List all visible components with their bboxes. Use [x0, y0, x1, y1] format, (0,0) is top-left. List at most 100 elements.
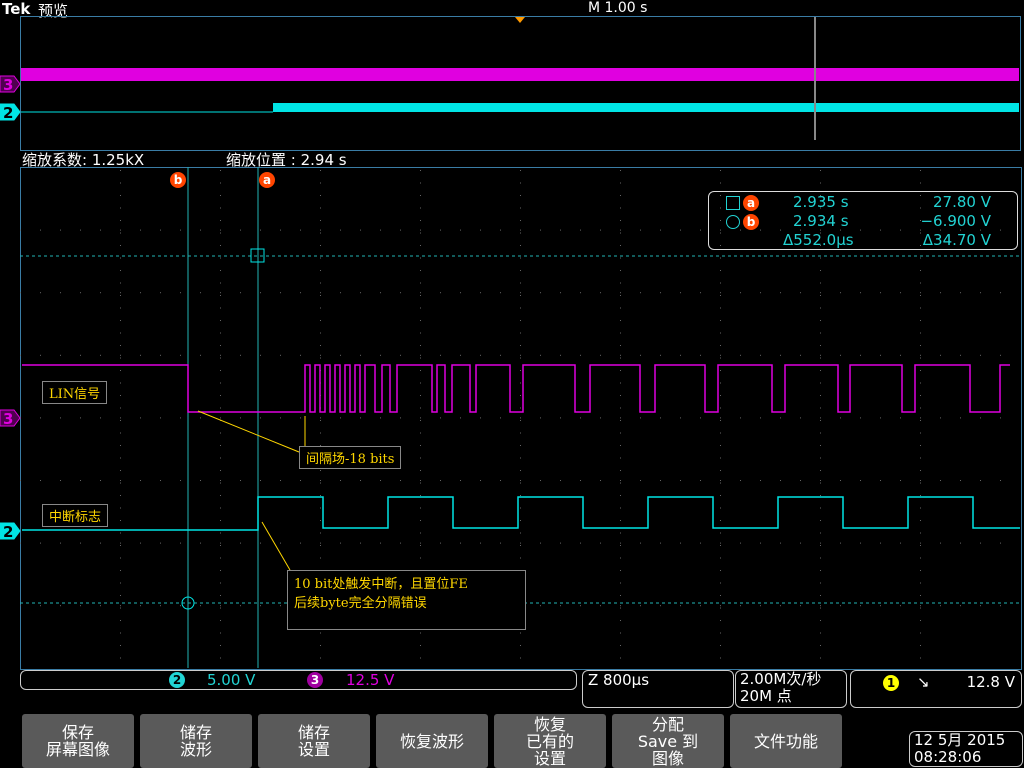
grid-dot — [980, 542, 981, 544]
grid-dot — [320, 257, 321, 259]
assign-save-button[interactable]: 分配 Save 到 图像 — [612, 714, 724, 768]
grid-dot — [520, 295, 521, 296]
grid-dot — [480, 229, 481, 231]
grid-dot — [720, 457, 721, 459]
grid-dot — [920, 420, 921, 421]
grid-dot — [560, 354, 561, 356]
save-setup-button[interactable]: 储存 设置 — [258, 714, 370, 768]
grid-dot — [620, 545, 621, 546]
grid-dot — [380, 229, 381, 231]
grid-dot — [120, 232, 121, 234]
grid-dot — [920, 495, 921, 496]
grid-dot — [240, 605, 241, 607]
grid-dot — [460, 229, 461, 231]
cursor-b-marker[interactable]: b — [170, 172, 186, 188]
grid-dot — [320, 195, 321, 196]
grid-dot — [720, 542, 721, 544]
grid-dot — [420, 292, 421, 294]
trigger-settings[interactable]: 1 ↘ 12.8 V — [850, 670, 1022, 708]
grid-dot — [480, 292, 481, 294]
grid-dot — [140, 229, 141, 231]
cursor-readout: a 2.935 s 27.80 V b 2.934 s −6.900 V Δ55… — [708, 191, 1018, 250]
grid-dot — [720, 570, 721, 571]
grid-dot — [320, 245, 321, 246]
grid-dot — [720, 607, 721, 609]
cursor-a-marker[interactable]: a — [259, 172, 275, 188]
grid-dot — [820, 320, 821, 321]
grid-dot — [920, 357, 921, 359]
grid-dot — [720, 480, 721, 481]
grid-dot — [920, 395, 921, 396]
grid-dot — [460, 417, 461, 419]
grid-dot — [320, 417, 321, 419]
grid-dot — [120, 229, 121, 231]
save-screen-image-button[interactable]: 保存 屏幕图像 — [22, 714, 134, 768]
grid-dot — [220, 354, 221, 356]
grid-dot — [520, 195, 521, 196]
preview-ch3-trace — [21, 68, 1019, 81]
grid-dot — [620, 320, 621, 321]
grid-dot — [700, 292, 701, 294]
grid-dot — [540, 542, 541, 544]
grid-dot — [120, 195, 121, 196]
button-label: 恢复波形 — [399, 731, 464, 751]
grid-dot — [520, 370, 521, 371]
grid-dot — [560, 229, 561, 231]
grid-dot — [820, 495, 821, 496]
grid-dot — [620, 245, 621, 246]
grid-dot — [220, 170, 221, 171]
recall-waveform-button[interactable]: 恢复波形 — [376, 714, 488, 768]
grid-dot — [620, 532, 621, 534]
grid-dot — [200, 417, 201, 419]
acquisition-settings[interactable]: 2.00M次/秒 20M 点 — [735, 670, 847, 708]
grid-dot — [520, 482, 521, 484]
grid-dot — [920, 282, 921, 284]
save-waveform-button[interactable]: 储存 波形 — [140, 714, 252, 768]
grid-dot — [420, 457, 421, 459]
grid-dot — [780, 292, 781, 294]
grid-dot — [880, 292, 881, 294]
grid-dot — [920, 482, 921, 484]
grid-dot — [580, 542, 581, 544]
grid-dot — [820, 295, 821, 296]
grid-dot — [820, 542, 821, 544]
grid-dot — [660, 417, 661, 419]
grid-dot — [820, 182, 821, 184]
vertical-settings[interactable]: 2 5.00 V 3 12.5 V — [20, 670, 577, 690]
grid-dot — [180, 354, 181, 356]
grid-dot — [740, 605, 741, 607]
grid-dot — [360, 542, 361, 544]
grid-dot — [240, 542, 241, 544]
grid-dot — [420, 257, 421, 259]
grid-dot — [920, 582, 921, 584]
grid-dot — [920, 257, 921, 259]
grid-dot — [800, 605, 801, 607]
horizontal-scale[interactable]: Z 800µs — [582, 670, 734, 708]
grid-dot — [860, 542, 861, 544]
file-utilities-button[interactable]: 文件功能 — [730, 714, 842, 768]
grid-dot — [880, 605, 881, 607]
recall-setup-button[interactable]: 恢复 已有的 设置 — [494, 714, 606, 768]
grid-dot — [920, 370, 921, 371]
grid-dot — [960, 417, 961, 419]
grid-dot — [620, 357, 621, 359]
grid-dot — [480, 354, 481, 356]
grid-dot — [220, 520, 221, 521]
interrupt-flag-trace — [22, 496, 1020, 531]
grid-dot — [160, 292, 161, 294]
grid-dot — [420, 420, 421, 421]
grid-dot — [320, 542, 321, 544]
grid-dot — [520, 632, 521, 634]
grid-dot — [520, 507, 521, 509]
grid-dot — [220, 370, 221, 371]
grid-dot — [380, 354, 381, 356]
grid-dot — [120, 332, 121, 334]
grid-dot — [720, 407, 721, 409]
grid-dot — [400, 229, 401, 231]
grid-dot — [760, 605, 761, 607]
grid-dot — [260, 417, 261, 419]
grid-dot — [320, 495, 321, 496]
grid-dot — [920, 332, 921, 334]
channel-3-marker-label: 3 — [3, 410, 13, 428]
grid-dot — [120, 482, 121, 484]
